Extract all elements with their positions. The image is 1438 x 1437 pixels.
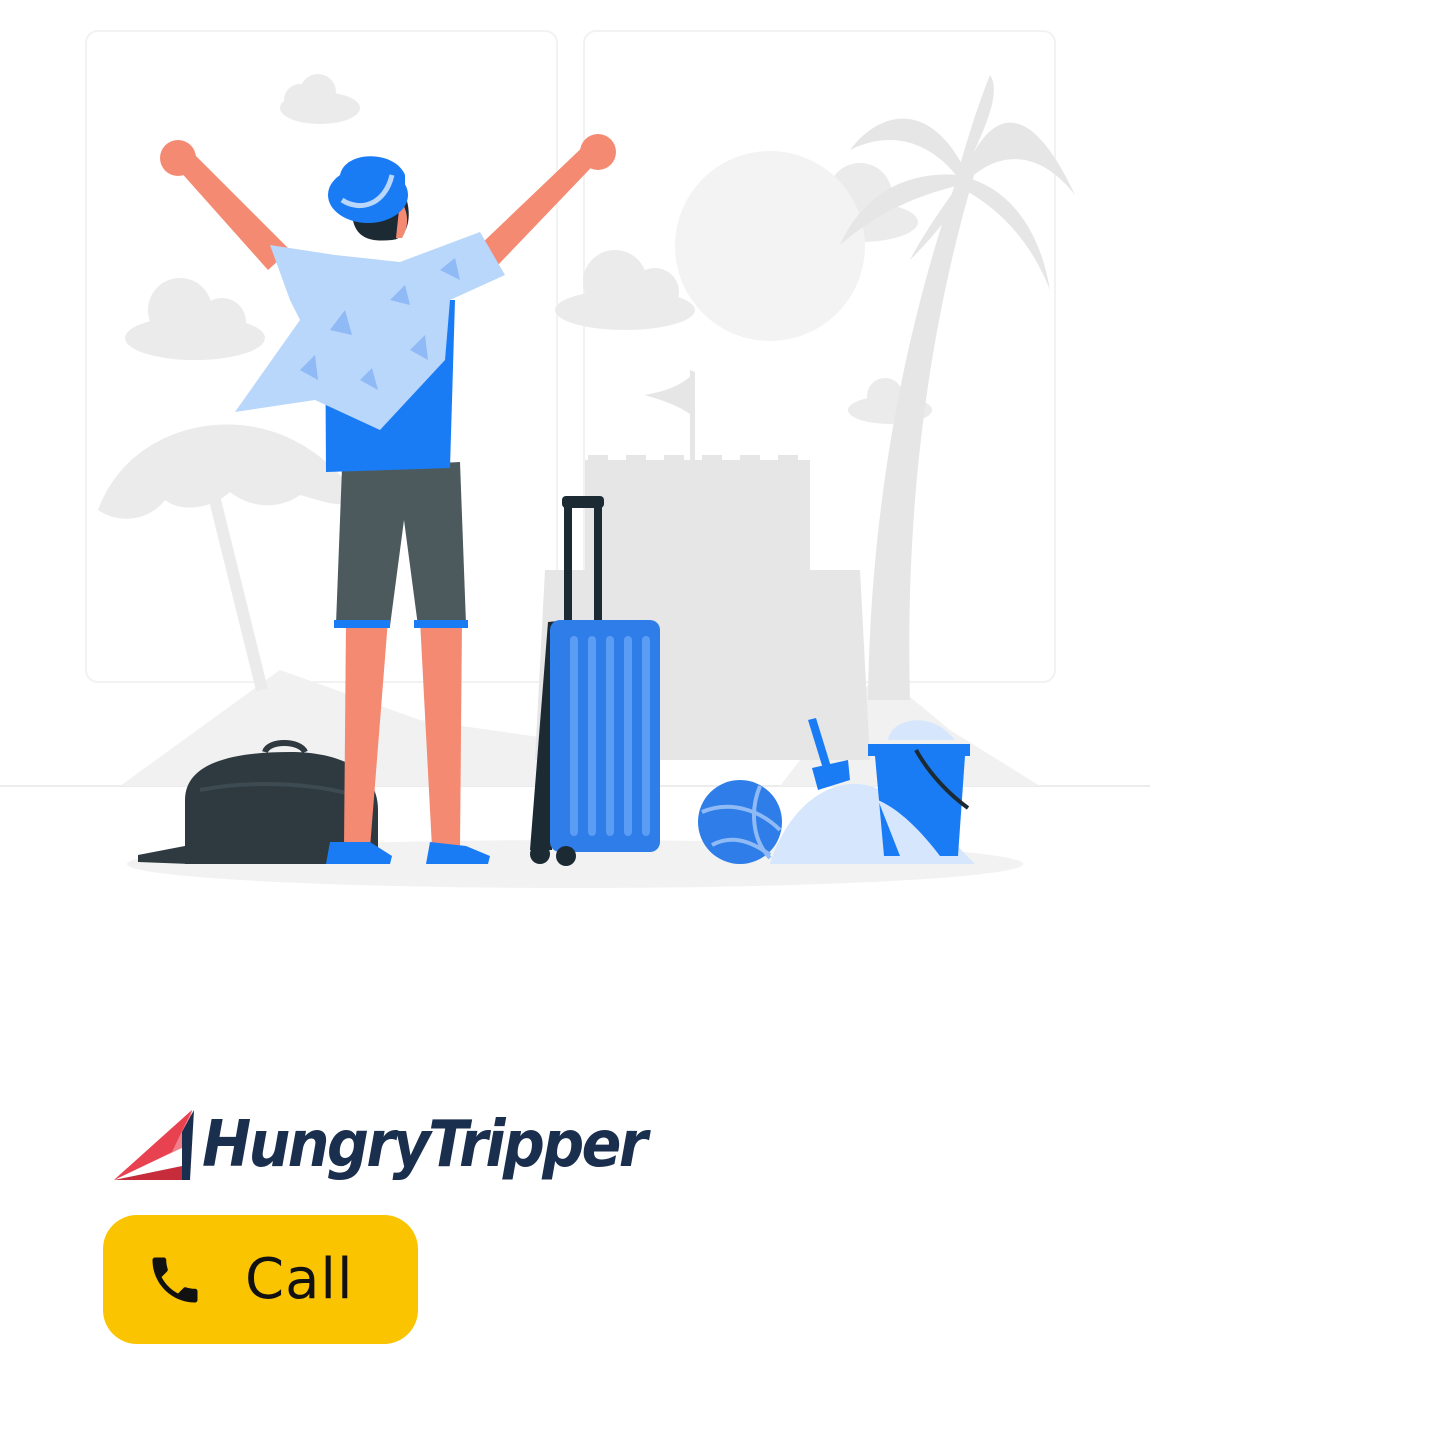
brand-logo[interactable]: HungryTripper bbox=[112, 1106, 684, 1184]
call-button-label: Call bbox=[245, 1247, 354, 1312]
traveler-beach-illustration bbox=[0, 0, 1160, 910]
page: HungryTripper Call bbox=[0, 0, 1438, 1437]
paper-plane-icon bbox=[114, 1110, 194, 1180]
call-button[interactable]: Call bbox=[103, 1215, 418, 1344]
brand-name: HungryTripper bbox=[202, 1108, 648, 1182]
phone-icon bbox=[152, 1257, 198, 1302]
